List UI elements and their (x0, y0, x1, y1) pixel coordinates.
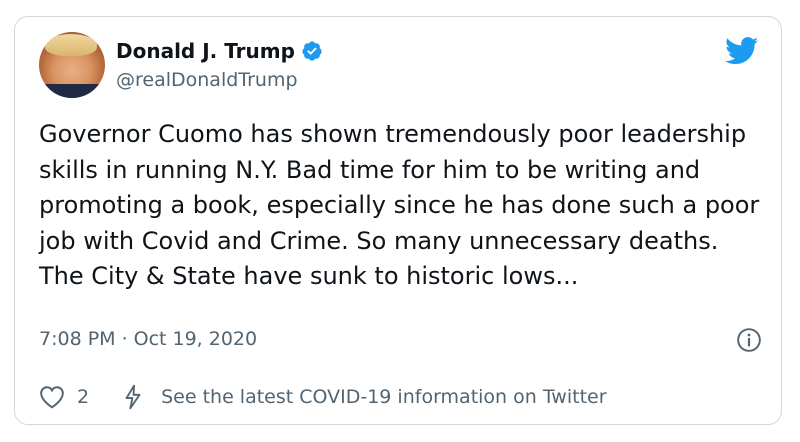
like-count: 2 (77, 386, 90, 408)
avatar[interactable] (39, 32, 105, 98)
twitter-bird-icon[interactable] (725, 37, 759, 65)
covid-info-link[interactable]: See the latest COVID-19 information on T… (161, 386, 606, 408)
tweet-time: 7:08 PM (39, 328, 116, 350)
avatar-hair (45, 34, 97, 56)
verified-badge-icon (302, 41, 322, 61)
avatar-suit (39, 84, 105, 98)
tweet-date: Oct 19, 2020 (133, 328, 258, 350)
tweet-card[interactable]: Donald J. Trump @realDonaldTrump Governo… (14, 16, 782, 425)
meta-separator: · (121, 328, 128, 350)
tweet-timestamp[interactable]: 7:08 PM · Oct 19, 2020 (39, 328, 257, 350)
author-handle[interactable]: @realDonaldTrump (116, 69, 298, 91)
heart-icon[interactable] (39, 385, 65, 409)
tweet-actions: 2 See the latest COVID-19 information on… (39, 384, 607, 410)
tweet-text: Governor Cuomo has shown tremendously po… (39, 120, 760, 290)
info-icon[interactable] (736, 327, 762, 353)
lightning-icon (125, 384, 141, 410)
author-name[interactable]: Donald J. Trump (116, 39, 295, 63)
author-name-row: Donald J. Trump (116, 39, 323, 63)
